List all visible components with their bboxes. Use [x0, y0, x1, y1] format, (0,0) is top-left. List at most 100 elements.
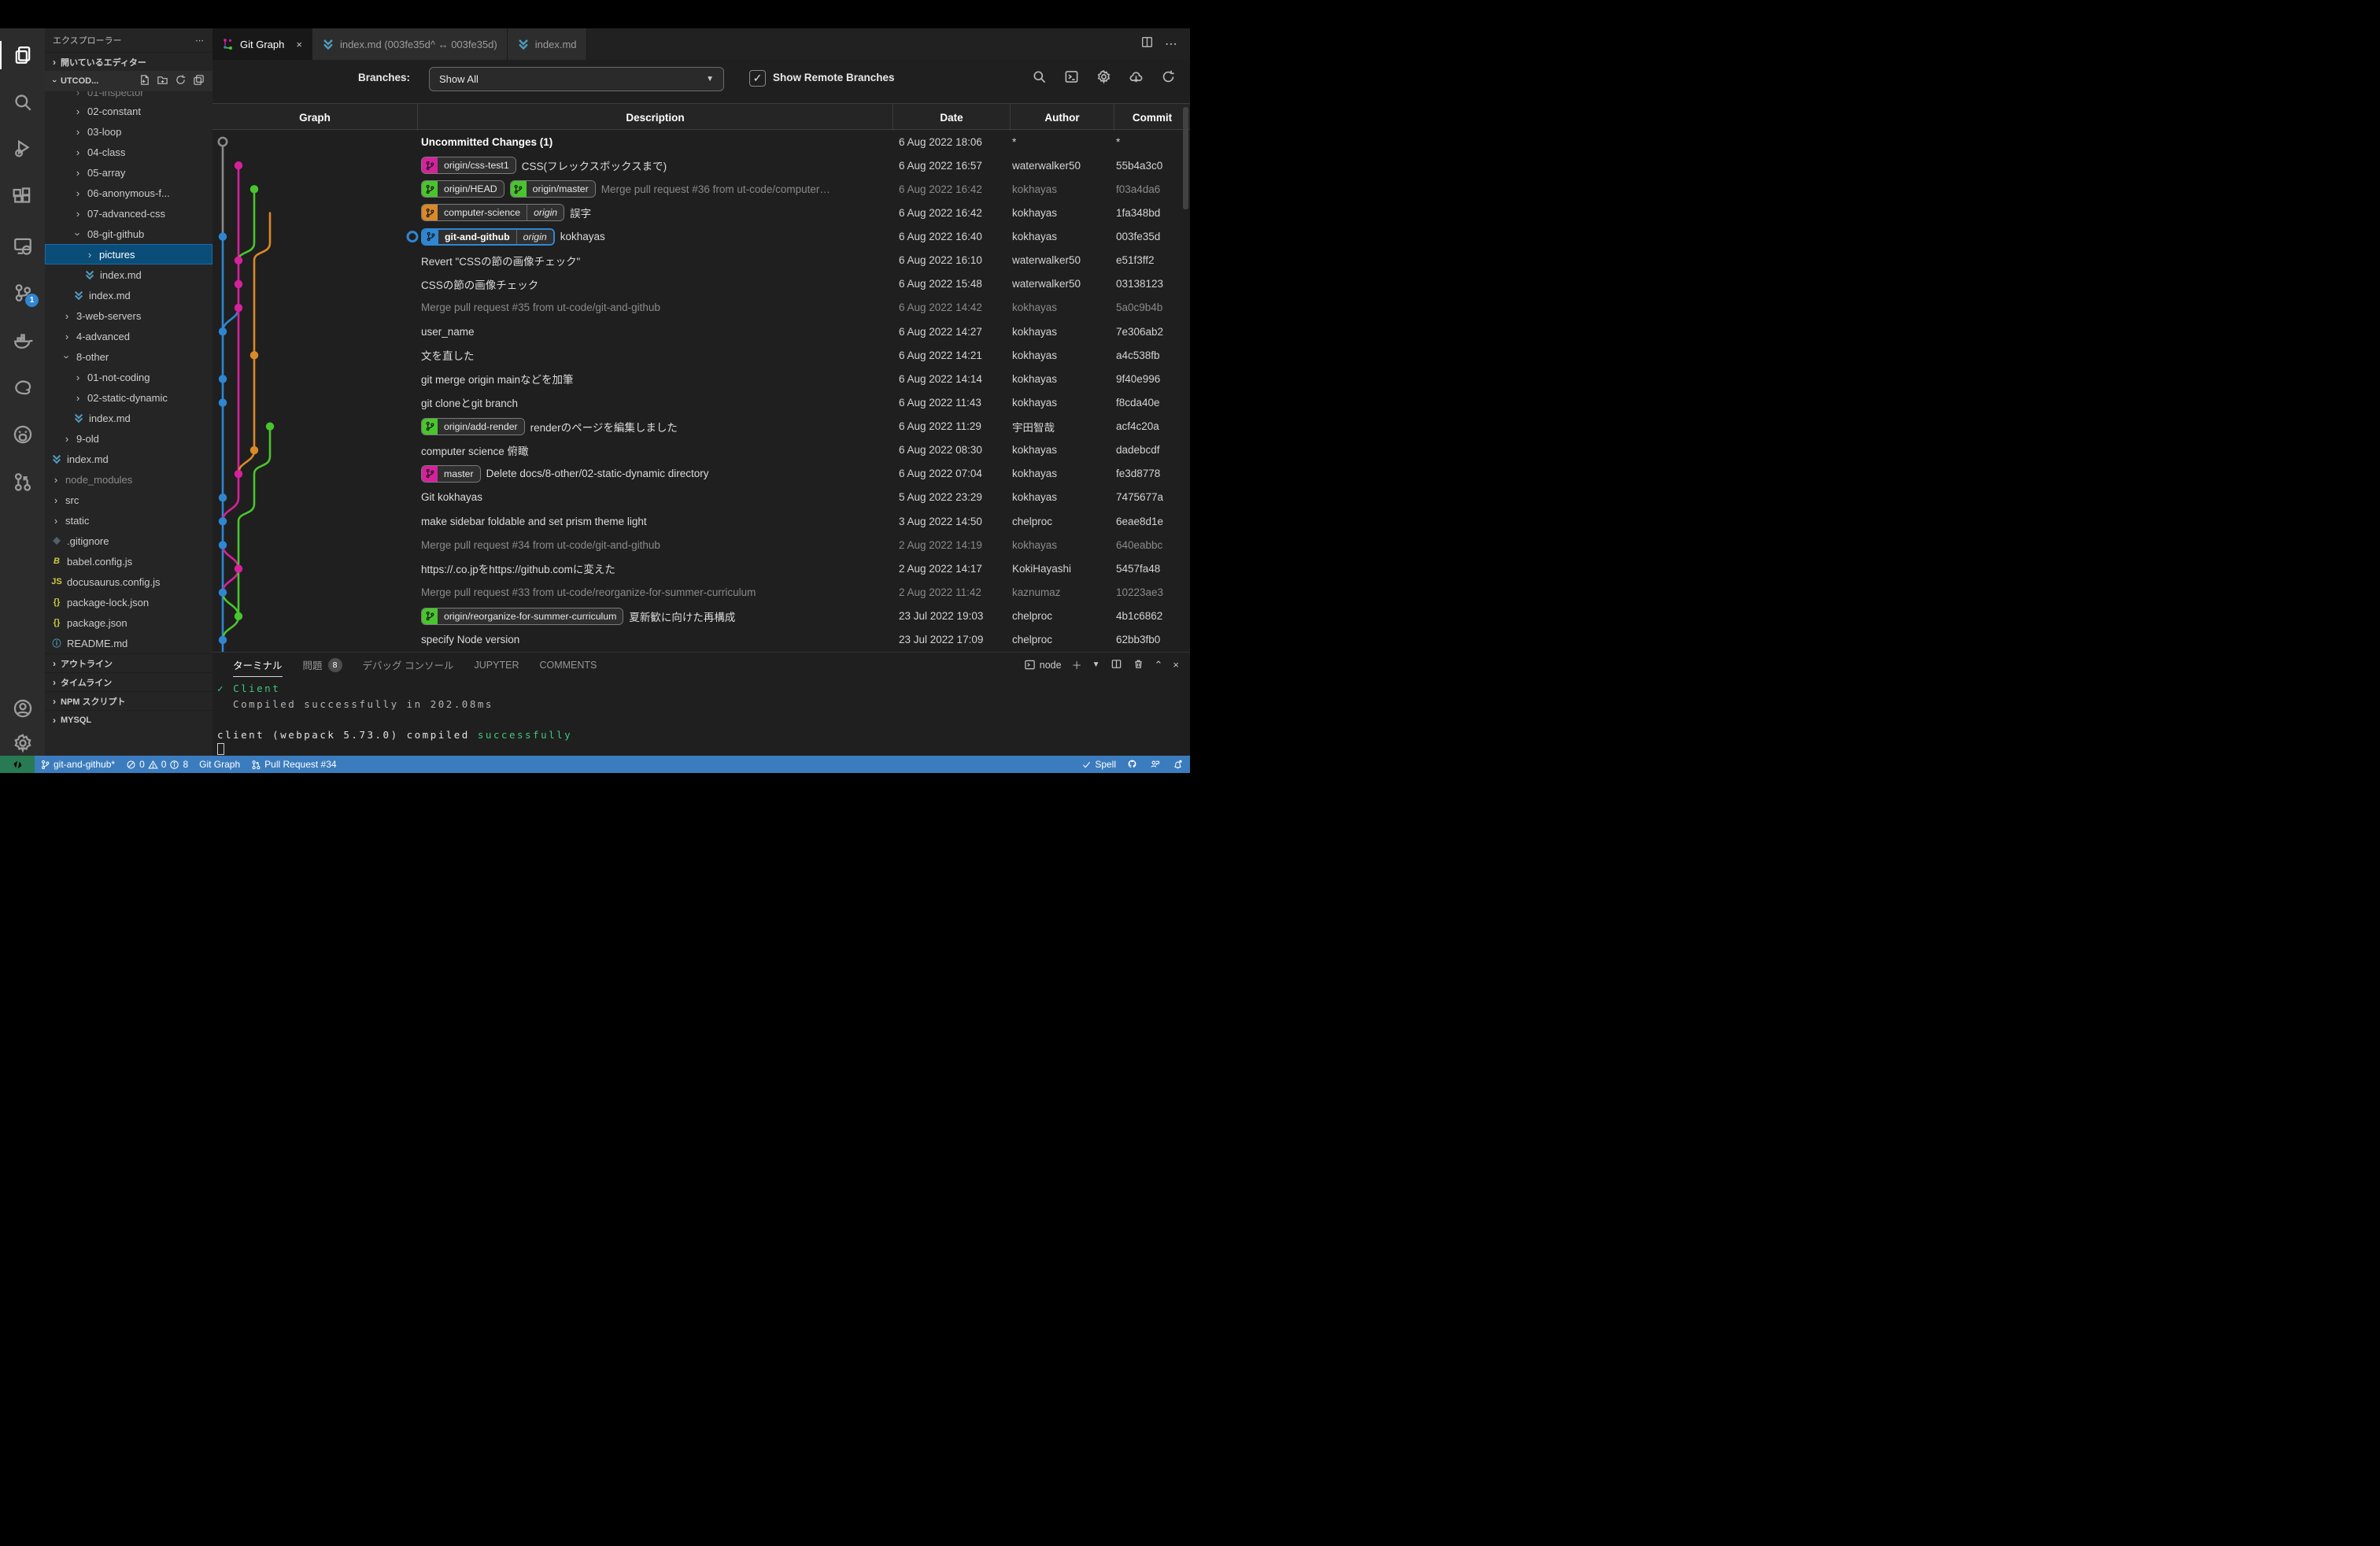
tree-file-index-md[interactable]: index.md: [45, 449, 213, 469]
terminal-icon[interactable]: [1064, 69, 1079, 88]
tab-git-graph[interactable]: Git Graph×: [213, 28, 312, 60]
close-panel-icon[interactable]: ×: [1173, 659, 1179, 671]
tree-file-readme-md[interactable]: ⓘREADME.md: [45, 633, 213, 653]
branch-label-origin/css-test1[interactable]: origin/css-test1: [421, 157, 516, 174]
refresh-icon[interactable]: [175, 74, 187, 88]
tree-folder-3-web-servers[interactable]: ›3-web-servers: [45, 305, 213, 326]
branch-status-item[interactable]: git-and-github*: [35, 756, 120, 773]
column-header-commit[interactable]: Commit: [1114, 104, 1190, 131]
live-share-icon[interactable]: [0, 368, 45, 406]
terminal-output[interactable]: ✓ Client Compiled successfully in 202.08…: [217, 681, 572, 758]
tree-file-index-md[interactable]: index.md: [45, 285, 213, 305]
commit-row-5457fa48[interactable]: https://.co.jpをhttps://github.comに変えた 2 …: [213, 557, 1190, 580]
panel-tab-JUPYTER[interactable]: JUPYTER: [475, 653, 519, 677]
commit-row-a4c538fb[interactable]: 文を直した 6 Aug 2022 14:21 kokhayas a4c538fb: [213, 343, 1190, 367]
tree-folder-02-static-dynamic[interactable]: ›02-static-dynamic: [45, 387, 213, 408]
section-MYSQL[interactable]: ›MYSQL: [45, 710, 213, 729]
new-file-icon[interactable]: [139, 74, 150, 88]
chevron-down-icon[interactable]: ▼: [1092, 660, 1100, 669]
commit-row-55b4a3c0[interactable]: origin/css-test1 CSS(フレックスボックスまで) 6 Aug …: [213, 153, 1190, 177]
commit-row-5a0c9b4b[interactable]: Merge pull request #35 from ut-code/git-…: [213, 296, 1190, 320]
new-folder-icon[interactable]: [157, 74, 168, 88]
spell-status-item[interactable]: Spell: [1076, 756, 1122, 773]
search-icon[interactable]: [1032, 69, 1047, 88]
commit-row-1fa348bd[interactable]: computer-science origin誤字 6 Aug 2022 16:…: [213, 201, 1190, 224]
tree-folder-static[interactable]: ›static: [45, 510, 213, 531]
feedback-status-item[interactable]: [1144, 756, 1167, 773]
tree-folder-01-not-coding[interactable]: ›01-not-coding: [45, 367, 213, 387]
commit-row-7475677a[interactable]: Git kokhayas 5 Aug 2022 23:29 kokhayas 7…: [213, 486, 1190, 509]
split-editor-icon[interactable]: [1140, 35, 1154, 53]
commit-row-03138123[interactable]: CSSの節の画像チェック 6 Aug 2022 15:48 waterwalke…: [213, 272, 1190, 296]
kill-terminal-icon[interactable]: [1133, 658, 1144, 672]
show-remote-branches-checkbox[interactable]: ✓: [749, 70, 766, 87]
column-header-author[interactable]: Author: [1010, 104, 1114, 131]
commit-row-640eabbc[interactable]: Merge pull request #34 from ut-code/git-…: [213, 533, 1190, 557]
tree-folder-pictures[interactable]: ›pictures: [45, 244, 213, 264]
github-icon[interactable]: [0, 416, 45, 453]
tree-folder-05-array[interactable]: ›05-array: [45, 162, 213, 183]
commit-row-003fe35d[interactable]: git-and-github originkokhayas 6 Aug 2022…: [213, 225, 1190, 249]
branch-label-origin/master[interactable]: origin/master: [510, 180, 596, 198]
column-header-graph[interactable]: Graph: [213, 104, 417, 131]
panel-tab-COMMENTS[interactable]: COMMENTS: [539, 653, 597, 677]
more-actions-icon[interactable]: ⋯: [1165, 36, 1179, 52]
remote-explorer-icon[interactable]: [0, 227, 45, 264]
section-アウトライン[interactable]: ›アウトライン: [45, 653, 213, 672]
tree-file-index-md[interactable]: index.md: [45, 264, 213, 285]
pull-requests-icon[interactable]: [0, 463, 45, 501]
section-タイムライン[interactable]: ›タイムライン: [45, 672, 213, 691]
commit-row-4b1c6862[interactable]: origin/reorganize-for-summer-curriculum …: [213, 605, 1190, 628]
problems-status-item[interactable]: 0 0 8: [120, 756, 194, 773]
branch-label-origin/reorganize-for-summer-curriculum[interactable]: origin/reorganize-for-summer-curriculum: [421, 608, 623, 625]
column-header-date[interactable]: Date: [893, 104, 1010, 131]
docker-icon[interactable]: [0, 321, 45, 359]
remote-indicator[interactable]: [0, 756, 35, 773]
split-terminal-icon[interactable]: [1111, 658, 1122, 672]
workspace-root-row[interactable]: › UTCOD...: [45, 71, 213, 91]
tree-folder-02-constant[interactable]: ›02-constant: [45, 101, 213, 121]
tree-folder-04-class[interactable]: ›04-class: [45, 142, 213, 162]
shell-selector[interactable]: node: [1024, 659, 1062, 671]
tab-index-md[interactable]: index.md: [508, 28, 587, 60]
tree-folder-06-anonymous-f-[interactable]: ›06-anonymous-f...: [45, 183, 213, 203]
explorer-more-icon[interactable]: ⋯: [195, 35, 205, 46]
branch-label-origin/add-render[interactable]: origin/add-render: [421, 418, 525, 435]
notifications-status-item[interactable]: [1167, 756, 1190, 773]
tree-folder-08-git-github[interactable]: ›08-git-github: [45, 224, 213, 244]
branch-label-origin/HEAD[interactable]: origin/HEAD: [421, 180, 504, 198]
commit-row-62bb3fb0[interactable]: specify Node version 23 Jul 2022 17:09 c…: [213, 628, 1190, 652]
search-icon[interactable]: [0, 83, 45, 121]
tree-file-index-md[interactable]: index.md: [45, 408, 213, 428]
panel-tab-デバッグ コンソール[interactable]: デバッグ コンソール: [363, 653, 454, 677]
tree-folder-4-advanced[interactable]: ›4-advanced: [45, 326, 213, 346]
commit-row-f03a4da6[interactable]: origin/HEAD origin/master Merge pull req…: [213, 177, 1190, 201]
commit-row-9f40e996[interactable]: git merge origin mainなどを加筆 6 Aug 2022 14…: [213, 367, 1190, 390]
tree-file-package-lock-json[interactable]: {}package-lock.json: [45, 592, 213, 612]
account-icon[interactable]: [0, 690, 45, 727]
close-icon[interactable]: ×: [296, 39, 302, 50]
column-header-description[interactable]: Description: [417, 104, 893, 131]
maximize-panel-icon[interactable]: ⌃: [1155, 659, 1163, 671]
section-NPM スクリプト[interactable]: ›NPM スクリプト: [45, 691, 213, 710]
settings-icon[interactable]: [1096, 69, 1111, 88]
tree-file--gitignore[interactable]: .gitignore: [45, 531, 213, 551]
tree-folder-03-loop[interactable]: ›03-loop: [45, 121, 213, 142]
branches-dropdown[interactable]: Show All ▼: [429, 67, 724, 91]
commit-row-fe3d8778[interactable]: master Delete docs/8-other/02-static-dyn…: [213, 462, 1190, 486]
panel-tab-ターミナル[interactable]: ターミナル: [233, 653, 283, 677]
github-status-item[interactable]: [1122, 756, 1144, 773]
tree-folder-node-modules[interactable]: ›node_modules: [45, 469, 213, 490]
tree-folder-8-other[interactable]: ›8-other: [45, 346, 213, 367]
branch-label-git-and-github[interactable]: git-and-github origin: [421, 228, 555, 246]
tree-file-docusaurus-config-js[interactable]: JSdocusaurus.config.js: [45, 571, 213, 592]
tree-file-package-json[interactable]: {}package.json: [45, 612, 213, 633]
source-control-icon[interactable]: 1: [0, 274, 45, 312]
tree-file-babel-config-js[interactable]: Bbabel.config.js: [45, 551, 213, 571]
commit-row-7e306ab2[interactable]: user_name 6 Aug 2022 14:27 kokhayas 7e30…: [213, 320, 1190, 343]
commit-row-uncommitted[interactable]: Uncommitted Changes (1) 6 Aug 2022 18:06…: [213, 130, 1190, 153]
branch-label-master[interactable]: master: [421, 465, 481, 483]
new-terminal-icon[interactable]: ＋: [1072, 657, 1082, 672]
panel-tab-問題[interactable]: 問題8: [303, 653, 342, 677]
collapse-all-icon[interactable]: [193, 74, 205, 88]
